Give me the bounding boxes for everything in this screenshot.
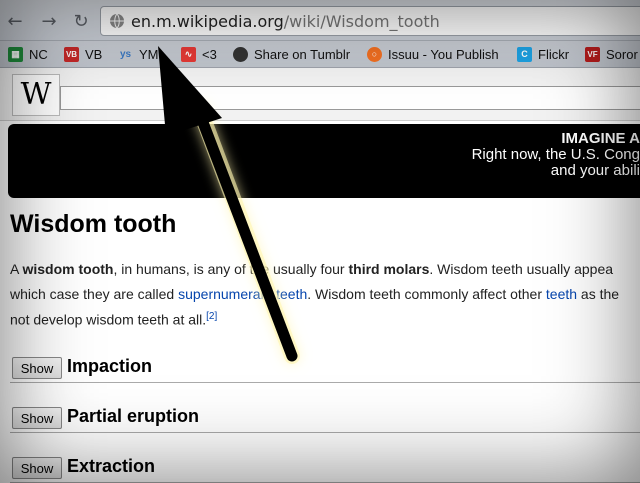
- text: which case they are called: [10, 286, 179, 302]
- link-supernumerary-teeth[interactable]: supernumerary teeth: [178, 286, 307, 302]
- bookmarks-bar: ▦ NC VB VB ys YM ∿ <3 Share on Tumblr ○ …: [0, 41, 640, 68]
- bookmark-vb[interactable]: VB VB: [64, 45, 102, 63]
- campaign-banner[interactable]: IMAGINE A Right now, the U.S. Cong and y…: [8, 124, 640, 198]
- section-impaction: Show Impaction: [10, 352, 640, 383]
- article-paragraph-line: A wisdom tooth, in humans, is any of the…: [10, 261, 640, 277]
- bookmark-heart[interactable]: ∿ <3: [181, 45, 217, 63]
- wikipedia-logo[interactable]: W: [12, 74, 60, 116]
- text: . Wisdom teeth usually appea: [429, 261, 614, 277]
- forward-arrow-icon[interactable]: →: [38, 10, 60, 32]
- banner-text-2: and your abili: [550, 162, 640, 179]
- section-title: Extraction: [67, 456, 156, 476]
- bold-term: third molars: [348, 261, 430, 277]
- c-icon: C: [517, 46, 532, 62]
- wiki-header: W: [0, 68, 640, 121]
- ys-icon: ys: [119, 48, 132, 60]
- show-button[interactable]: Show: [12, 407, 62, 429]
- show-button[interactable]: Show: [12, 357, 62, 379]
- bookmark-label: YM: [139, 46, 159, 62]
- spreadsheet-icon: ▦: [8, 46, 23, 62]
- tumblr-icon: [233, 46, 248, 62]
- section-extraction: Show Extraction: [10, 452, 640, 483]
- link-teeth[interactable]: teeth: [546, 286, 577, 302]
- url-host: en.m.wikipedia.org: [131, 12, 284, 31]
- bookmark-label: Issuu - You Publish: [388, 46, 499, 62]
- bookmark-label: VB: [85, 46, 103, 62]
- vf-icon: VF: [585, 46, 600, 62]
- section-partial-eruption: Show Partial eruption: [10, 402, 640, 433]
- banner-text-1: Right now, the U.S. Cong: [471, 146, 640, 163]
- bookmark-flickr[interactable]: C Flickr: [517, 45, 569, 63]
- url-path: /wiki/Wisdom_tooth: [283, 12, 440, 31]
- vb-icon: VB: [64, 46, 79, 62]
- text: not develop wisdom teeth at all.: [10, 311, 207, 328]
- article-paragraph-line: which case they are called supernumerary…: [10, 286, 640, 302]
- reference-link[interactable]: [2]: [206, 311, 217, 322]
- text: A: [10, 261, 23, 277]
- heartbeat-icon: ∿: [181, 46, 196, 62]
- banner-heading: IMAGINE A: [561, 130, 640, 147]
- show-button[interactable]: Show: [12, 457, 62, 479]
- bookmark-tumblr[interactable]: Share on Tumblr: [233, 45, 350, 63]
- reload-icon[interactable]: ↻: [70, 10, 92, 32]
- bookmark-label: <3: [202, 46, 217, 62]
- bookmark-label: NC: [29, 46, 48, 62]
- address-bar[interactable]: en.m.wikipedia.org/wiki/Wisdom_tooth: [100, 6, 640, 36]
- page-title: Wisdom tooth: [10, 210, 177, 238]
- bookmark-ym[interactable]: ys YM: [118, 45, 159, 63]
- url-text: en.m.wikipedia.org/wiki/Wisdom_tooth: [131, 12, 440, 31]
- text: , in humans, is any of the usually four: [113, 261, 349, 277]
- text: . Wisdom teeth commonly affect other: [307, 286, 546, 302]
- article-paragraph-line: not develop wisdom teeth at all.[2]: [10, 311, 640, 328]
- bookmark-label: Flickr: [538, 46, 570, 62]
- bookmark-soror[interactable]: VF Soror: [585, 45, 638, 63]
- bookmark-label: Soror: [606, 46, 638, 62]
- globe-icon: [110, 13, 124, 29]
- browser-toolbar: ← → ↻ en.m.wikipedia.org/wiki/Wisdom_too…: [0, 0, 640, 41]
- text: as the: [577, 286, 620, 302]
- bold-term: wisdom tooth: [22, 261, 114, 277]
- back-arrow-icon[interactable]: ←: [4, 10, 26, 32]
- search-input[interactable]: [60, 86, 640, 110]
- bookmark-label: Share on Tumblr: [254, 46, 351, 62]
- bookmark-issuu[interactable]: ○ Issuu - You Publish: [367, 45, 499, 63]
- bookmark-nc[interactable]: ▦ NC: [8, 45, 48, 63]
- section-title: Partial eruption: [67, 406, 200, 426]
- issuu-icon: ○: [367, 46, 382, 62]
- section-title: Impaction: [67, 356, 153, 376]
